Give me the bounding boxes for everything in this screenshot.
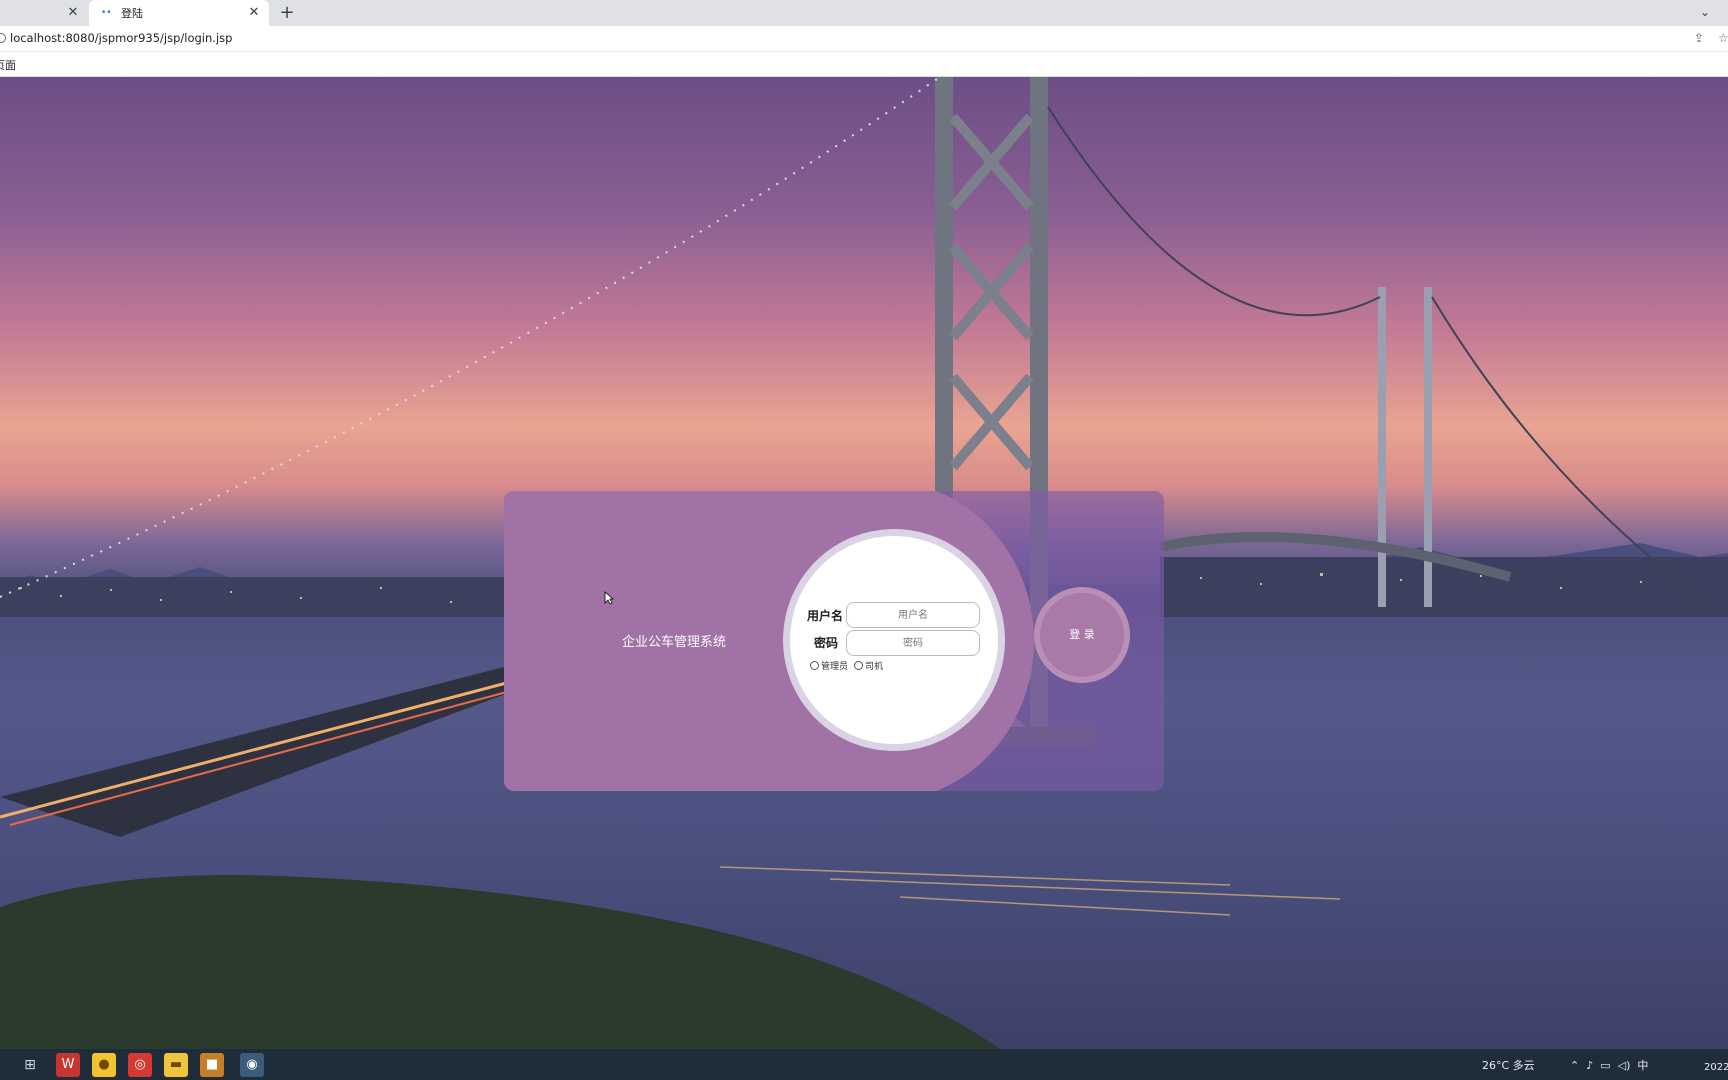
volume-icon[interactable]: ◁) [1618, 1059, 1631, 1072]
page-viewport: 企业公车管理系统 用户名 密码 管理员 司机 登 录 [0, 77, 1728, 1049]
role-radio-admin[interactable] [810, 661, 819, 670]
system-tray[interactable]: ⌃ ♪ ▭ ◁) 中 [1570, 1057, 1648, 1073]
share-icon[interactable]: ⇪ [1694, 31, 1708, 45]
url-text[interactable]: localhost:8080/jspmor935/jsp/login.jsp [10, 31, 232, 45]
tab-strip: ✕ •• 登陆 ✕ + ⌄ [0, 0, 1728, 26]
app-duck-icon[interactable]: ● [92, 1053, 116, 1077]
login-button[interactable]: 登 录 [1034, 587, 1130, 683]
network-icon[interactable]: ▭ [1600, 1059, 1610, 1072]
username-label: 用户名 [807, 609, 844, 623]
system-title: 企业公车管理系统 [621, 635, 726, 650]
chevron-down-icon[interactable]: ⌄ [1696, 2, 1714, 22]
mouse-cursor-icon [604, 591, 614, 605]
chevron-up-icon[interactable]: ⌃ [1570, 1059, 1579, 1072]
background-hill [0, 875, 1000, 1049]
password-input[interactable] [846, 630, 980, 656]
role-radio-driver[interactable] [854, 661, 864, 670]
clock[interactable]: 2022/ [1704, 1062, 1728, 1073]
login-card: 企业公车管理系统 用户名 密码 管理员 司机 登 录 [504, 491, 1164, 791]
tab-previous[interactable]: ✕ [0, 0, 88, 26]
address-bar[interactable]: localhost:8080/jspmor935/jsp/login.jsp ⇪… [0, 26, 1728, 52]
bookmark-item[interactable]: 页面 [0, 57, 16, 73]
role-label-admin: 管理员 [821, 662, 849, 672]
microphone-icon[interactable]: ♪ [1586, 1059, 1593, 1072]
close-icon[interactable]: ✕ [66, 6, 80, 20]
bookmarks-bar: 页面 [0, 52, 1728, 77]
ide-icon[interactable]: ■ [200, 1053, 224, 1077]
chrome-icon[interactable]: ◉ [240, 1053, 264, 1077]
netease-music-icon[interactable]: ◎ [128, 1053, 152, 1077]
login-form: 用户名 密码 管理员 司机 [783, 529, 1005, 751]
wps-icon[interactable]: W [56, 1053, 80, 1077]
role-selector: 管理员 司机 [810, 659, 889, 672]
password-label: 密码 [814, 636, 839, 650]
role-label-driver: 司机 [865, 662, 884, 672]
task-view-icon[interactable]: ⊞ [18, 1053, 42, 1077]
tab-label: 登陆 [121, 7, 143, 20]
username-input[interactable] [846, 602, 980, 628]
tab-login[interactable]: •• 登陆 ✕ [89, 0, 269, 26]
star-icon[interactable]: ☆ [1718, 31, 1728, 45]
favicon-icon: •• [101, 8, 112, 18]
taskbar: ⊞ W ● ◎ ▬ ■ ◉ 26°C 多云 ⌃ ♪ ▭ ◁) 中 2022/ [0, 1049, 1728, 1080]
info-icon[interactable] [0, 33, 6, 43]
file-explorer-icon[interactable]: ▬ [164, 1053, 188, 1077]
input-method-indicator[interactable]: 中 [1637, 1059, 1648, 1072]
close-icon[interactable]: ✕ [247, 6, 261, 20]
new-tab-button[interactable]: + [277, 3, 297, 23]
weather-widget[interactable]: 26°C 多云 [1482, 1057, 1535, 1073]
